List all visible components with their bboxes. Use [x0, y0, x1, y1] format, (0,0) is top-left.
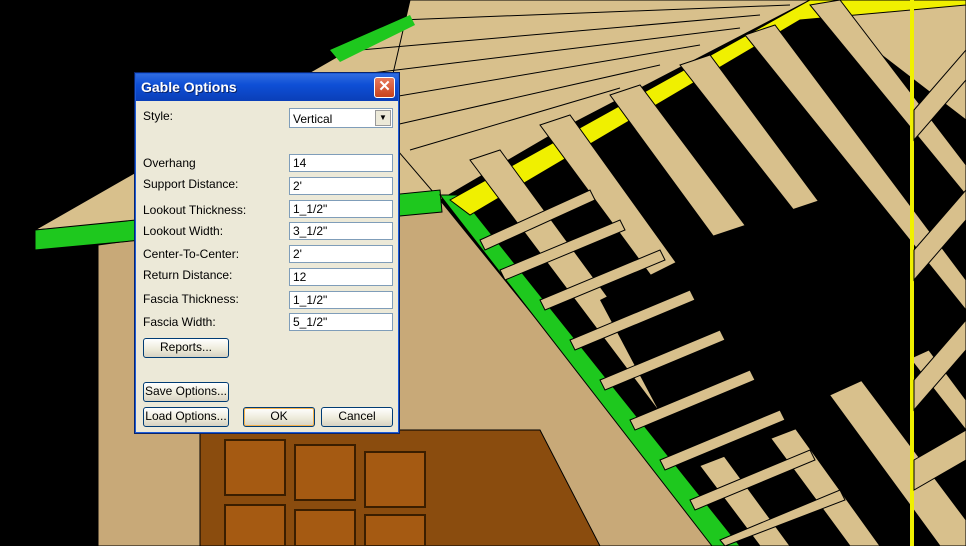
return-distance-label: Return Distance:: [143, 268, 233, 282]
lookout-thickness-field[interactable]: 1_1/2": [289, 200, 393, 218]
fascia-width-field[interactable]: 5_1/2": [289, 313, 393, 331]
reports-button[interactable]: Reports...: [143, 338, 229, 358]
fascia-thickness-label: Fascia Thickness:: [143, 292, 239, 306]
return-distance-field[interactable]: 12: [289, 268, 393, 286]
support-distance-field[interactable]: 2': [289, 177, 393, 195]
cancel-button[interactable]: Cancel: [321, 407, 393, 427]
close-icon[interactable]: ✕: [374, 77, 395, 98]
fascia-width-label: Fascia Width:: [143, 315, 216, 329]
style-select[interactable]: Vertical ▼: [289, 108, 393, 128]
lookout-width-label: Lookout Width:: [143, 224, 224, 238]
overhang-field[interactable]: 14: [289, 154, 393, 172]
dialog-title: Gable Options: [141, 79, 237, 95]
style-label: Style:: [143, 109, 174, 123]
load-options-button[interactable]: Load Options...: [143, 407, 229, 427]
style-select-value: Vertical: [293, 112, 333, 126]
yellow-vertical-line: [910, 0, 914, 546]
lookout-thickness-label: Lookout Thickness:: [143, 203, 247, 217]
garage-door-panels: [224, 439, 426, 546]
gable-options-dialog: Gable Options ✕ Style: Vertical ▼ Overha…: [134, 72, 400, 434]
save-options-button[interactable]: Save Options...: [143, 382, 229, 402]
chevron-down-icon[interactable]: ▼: [375, 110, 391, 126]
dialog-titlebar[interactable]: Gable Options ✕: [136, 74, 398, 101]
overhang-label: Overhang: [143, 156, 196, 170]
center-to-center-field[interactable]: 2': [289, 245, 393, 263]
center-to-center-label: Center-To-Center:: [143, 247, 240, 261]
support-distance-label: Support Distance:: [143, 177, 239, 191]
lookout-width-field[interactable]: 3_1/2": [289, 222, 393, 240]
ok-button[interactable]: OK: [243, 407, 315, 427]
fascia-thickness-field[interactable]: 1_1/2": [289, 291, 393, 309]
